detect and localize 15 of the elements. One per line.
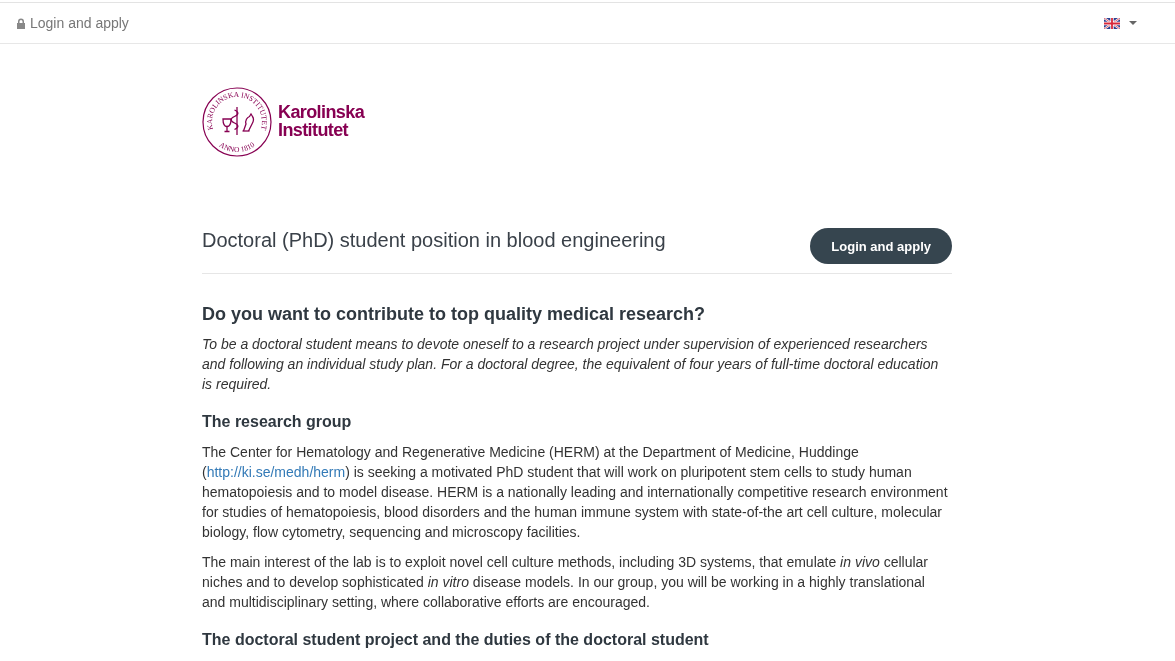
- job-title: Doctoral (PhD) student position in blood engineering: [202, 229, 666, 251]
- herm-link[interactable]: http://ki.se/medh/herm: [206, 464, 346, 480]
- section-heading: The doctoral student project and the duties of the doctoral student: [202, 630, 710, 650]
- section-heading: Do you want to contribute to top quality medical research?: [202, 304, 707, 324]
- lock-icon: [16, 17, 26, 29]
- caret-icon: [1129, 21, 1137, 25]
- institution-wordmark: Karolinska Institutet: [278, 103, 365, 139]
- language-dropdown[interactable]: [1104, 15, 1137, 31]
- login-link[interactable]: Login and apply: [16, 13, 129, 33]
- flag-icon: [1104, 17, 1120, 29]
- body-paragraph: To be a doctoral student means to devote oneself to a research project under supervision of experienced researchers and following an individual study plan. For a doctoral degree, the equivalent of four years of full-time doctoral education is required.: [202, 335, 940, 394]
- body-paragraph: The Center for Hematology and Regenerative Medicine (HERM) at the Department of Medicine, Huddinge (http://ki.se/medh/herm) is seeking a motivated PhD student that will work on pluripotent stem cells to study human hematopoiesis and to model disease. HERM is a nationally leading and internationally competitive research environment for studies of hematopoiesis, blood disorders and the human immune system with state-of-the art cell culture, molecular biology, flow cytometry, sequencing and microscopy facilities.: [202, 443, 949, 542]
- apply-button[interactable]: Login and apply: [810, 228, 952, 264]
- section-heading: The research group: [202, 412, 353, 432]
- body-paragraph: The main interest of the lab is to exploit novel cell culture methods, including 3D systems, that emulate in vivo cellular niches and to develop sophisticated in vitro disease models. In our group, you will be working in a highly translational and multidisciplinary setting, where collaborative efforts are encouraged.: [202, 553, 930, 612]
